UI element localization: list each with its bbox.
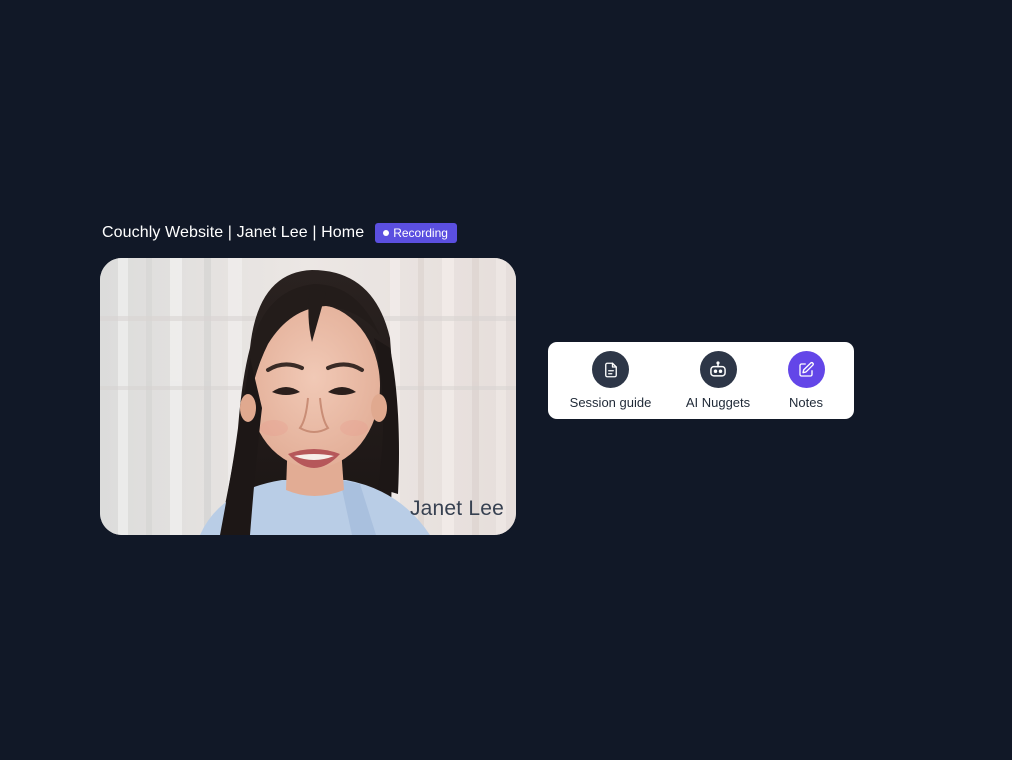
- document-icon: [604, 362, 617, 377]
- participant-name: Janet Lee: [409, 497, 504, 520]
- edit-note-icon: [799, 361, 814, 377]
- notes-icon-circle: [787, 351, 825, 388]
- recording-label: Recording: [393, 226, 448, 240]
- session-tools-panel: Session guide AI Nuggets Notes: [548, 342, 854, 419]
- recording-badge: Recording: [375, 223, 457, 243]
- session-title: Couchly Website | Janet Lee | Home: [102, 224, 365, 241]
- session-guide-label: Session guide: [569, 395, 652, 410]
- ai-nuggets-button[interactable]: AI Nuggets: [681, 351, 755, 410]
- robot-icon: [710, 360, 726, 377]
- session-header: Couchly Website | Janet Lee | Home Recor…: [102, 222, 457, 244]
- ai-nuggets-icon-circle: [699, 351, 737, 388]
- participant-video: Janet Lee: [100, 258, 516, 535]
- session-guide-icon-circle: [592, 351, 629, 388]
- recording-dot-icon: [383, 230, 390, 236]
- notes-button[interactable]: Notes: [784, 351, 828, 410]
- notes-label: Notes: [789, 395, 823, 410]
- participant-video-frame: [100, 258, 516, 535]
- session-guide-button[interactable]: Session guide: [565, 351, 656, 410]
- ai-nuggets-label: AI Nuggets: [685, 395, 751, 410]
